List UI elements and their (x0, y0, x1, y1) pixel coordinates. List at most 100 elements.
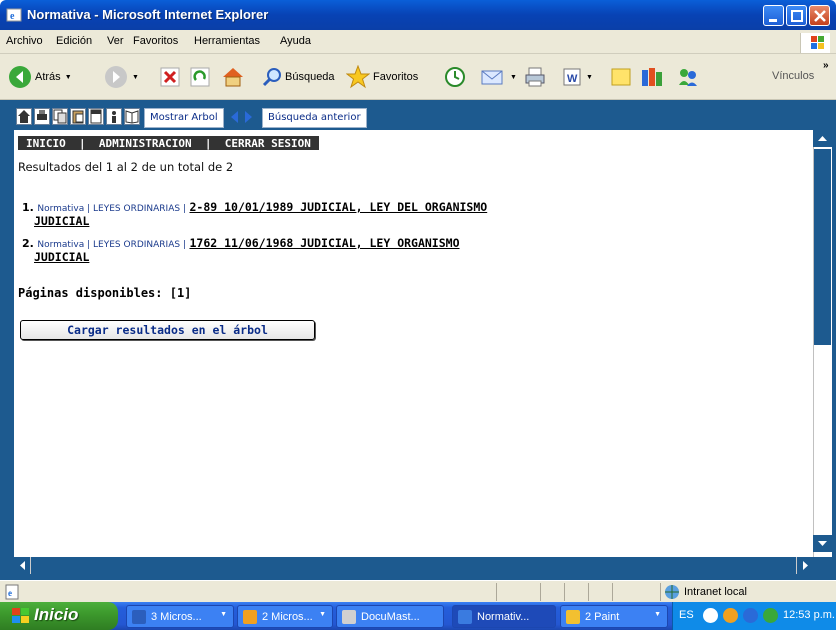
tray-icon[interactable] (763, 608, 778, 623)
taskbar-item[interactable]: 2 Micros... ▼ (237, 605, 333, 628)
favorites-button[interactable]: Favoritos (346, 60, 418, 94)
refresh-icon (190, 67, 210, 87)
close-button[interactable] (809, 5, 830, 26)
menu-bar: Archivo Edición Ver Favoritos Herramient… (0, 30, 836, 54)
scroll-down-icon[interactable] (813, 535, 832, 552)
menu-favoritos[interactable]: Favoritos (133, 35, 178, 47)
svg-text:e: e (10, 11, 15, 22)
language-indicator[interactable]: ES (679, 609, 694, 621)
tray-icon[interactable] (743, 608, 758, 623)
mail-button[interactable]: ▼ (480, 60, 517, 94)
search-button[interactable]: Búsqueda (262, 60, 335, 94)
scroll-left-icon[interactable] (14, 557, 31, 574)
refresh-button[interactable] (190, 60, 210, 94)
taskbar-item-active[interactable]: Normativ... (452, 605, 556, 628)
taskbar-item[interactable]: 3 Micros... ▼ (126, 605, 234, 628)
frame-toolbar: Mostrar Arbol Búsqueda anterior (14, 105, 832, 129)
windows-flag-icon (800, 33, 830, 53)
taskbar: Inicio 3 Micros... ▼ 2 Micros... ▼ DocuM… (0, 602, 836, 630)
taskbar-item[interactable]: DocuMast... (336, 605, 444, 628)
copy-icon[interactable] (52, 108, 68, 125)
print-icon (525, 67, 545, 87)
result-link[interactable]: 2-89 10/01/1989 JUDICIAL, LEY DEL ORGANI… (189, 200, 487, 214)
menu-edicion[interactable]: Edición (56, 35, 92, 47)
nav-logout-link[interactable]: CERRAR SESION (225, 137, 311, 150)
menu-archivo[interactable]: Archivo (6, 35, 43, 47)
vertical-scrollbar[interactable] (813, 130, 832, 557)
minimize-button[interactable] (763, 5, 784, 26)
history-button[interactable] (444, 60, 466, 94)
status-bar: e Intranet local (0, 580, 836, 602)
nav-strip: INICIO | ADMINISTRACION | CERRAR SESION (18, 136, 319, 150)
back-arrow-icon (9, 66, 31, 88)
dropdown-arrow-icon: ▼ (586, 73, 593, 81)
paste-icon[interactable] (70, 108, 86, 125)
scroll-right-icon[interactable] (796, 557, 813, 574)
dropdown-arrow-icon: ▼ (319, 611, 326, 618)
links-label[interactable]: Vínculos (772, 70, 814, 82)
window-title-bar[interactable]: e Normativa - Microsoft Internet Explore… (0, 0, 836, 30)
result-link[interactable]: 1762 11/06/1968 JUDICIAL, LEY ORGANISMO (189, 236, 459, 250)
load-results-button[interactable]: Cargar resultados en el árbol (20, 320, 315, 340)
close-icon (814, 10, 826, 22)
back-arrow-icon[interactable] (231, 111, 238, 123)
research-button[interactable] (640, 60, 664, 94)
intranet-icon (665, 585, 679, 599)
menu-herramientas[interactable]: Herramientas (194, 35, 260, 47)
security-zone: Intranet local (664, 584, 747, 600)
taskbar-item[interactable]: 2 Paint ▼ (560, 605, 668, 628)
dropdown-arrow-icon: ▼ (220, 611, 227, 618)
results-summary: Resultados del 1 al 2 de un total de 2 (18, 160, 234, 174)
scroll-thumb[interactable] (814, 149, 831, 345)
stop-button[interactable] (160, 60, 180, 94)
chevron-icon[interactable]: » (823, 60, 829, 71)
start-button[interactable]: Inicio (0, 602, 118, 630)
messenger-button[interactable] (676, 60, 700, 94)
paint-icon (566, 610, 580, 624)
info-icon[interactable] (106, 108, 122, 125)
scroll-up-icon[interactable] (813, 130, 832, 147)
maximize-button[interactable] (786, 5, 807, 26)
note-icon (611, 68, 631, 86)
pages-available: Páginas disponibles: [1] (18, 286, 192, 300)
show-tree-button[interactable]: Mostrar Arbol (144, 108, 224, 128)
edit-word-button[interactable]: W ▼ (562, 60, 593, 94)
forward-arrow-icon[interactable] (245, 111, 252, 123)
print-icon[interactable] (34, 108, 50, 125)
dropdown-arrow-icon: ▼ (64, 73, 72, 81)
result-link[interactable]: JUDICIAL (34, 250, 89, 264)
discuss-button[interactable] (610, 60, 632, 94)
home-icon[interactable] (16, 108, 32, 125)
result-item: 1. Normativa | LEYES ORDINARIAS | 2-89 1… (22, 200, 488, 228)
previous-search-button[interactable]: Búsqueda anterior (262, 108, 367, 128)
dropdown-arrow-icon: ▼ (132, 73, 139, 81)
page-content: INICIO | ADMINISTRACION | CERRAR SESION … (14, 130, 813, 557)
word-icon: W (563, 68, 581, 86)
result-category: Normativa | LEYES ORDINARIAS | (37, 240, 186, 250)
word-icon (132, 610, 146, 624)
horizontal-scrollbar[interactable] (14, 557, 813, 574)
tray-icon[interactable] (723, 608, 738, 623)
result-link[interactable]: JUDICIAL (34, 214, 89, 228)
app-icon (342, 610, 356, 624)
print-button[interactable] (524, 60, 546, 94)
nav-admin-link[interactable]: ADMINISTRACION (99, 137, 192, 150)
menu-ver[interactable]: Ver (107, 35, 124, 47)
ie-icon (458, 610, 472, 624)
document-icon[interactable] (88, 108, 104, 125)
minimize-icon (769, 19, 777, 22)
forward-arrow-icon (105, 66, 127, 88)
book-icon[interactable] (124, 108, 140, 125)
app-icon (243, 610, 257, 624)
result-item: 2. Normativa | LEYES ORDINARIAS | 1762 1… (22, 236, 460, 264)
tray-icon[interactable] (703, 608, 718, 623)
home-button[interactable] (221, 60, 245, 94)
dropdown-arrow-icon: ▼ (654, 611, 661, 618)
forward-button[interactable]: ▼ (104, 60, 139, 94)
back-button[interactable]: Atrás ▼ (8, 60, 72, 94)
dropdown-arrow-icon: ▼ (510, 73, 517, 81)
scrollbar-corner (813, 557, 832, 574)
menu-ayuda[interactable]: Ayuda (280, 35, 311, 47)
standard-toolbar: Atrás ▼ ▼ Búsqueda Favoritos ▼ W ▼ Víncu… (0, 54, 836, 100)
nav-home-link[interactable]: INICIO (26, 137, 66, 150)
